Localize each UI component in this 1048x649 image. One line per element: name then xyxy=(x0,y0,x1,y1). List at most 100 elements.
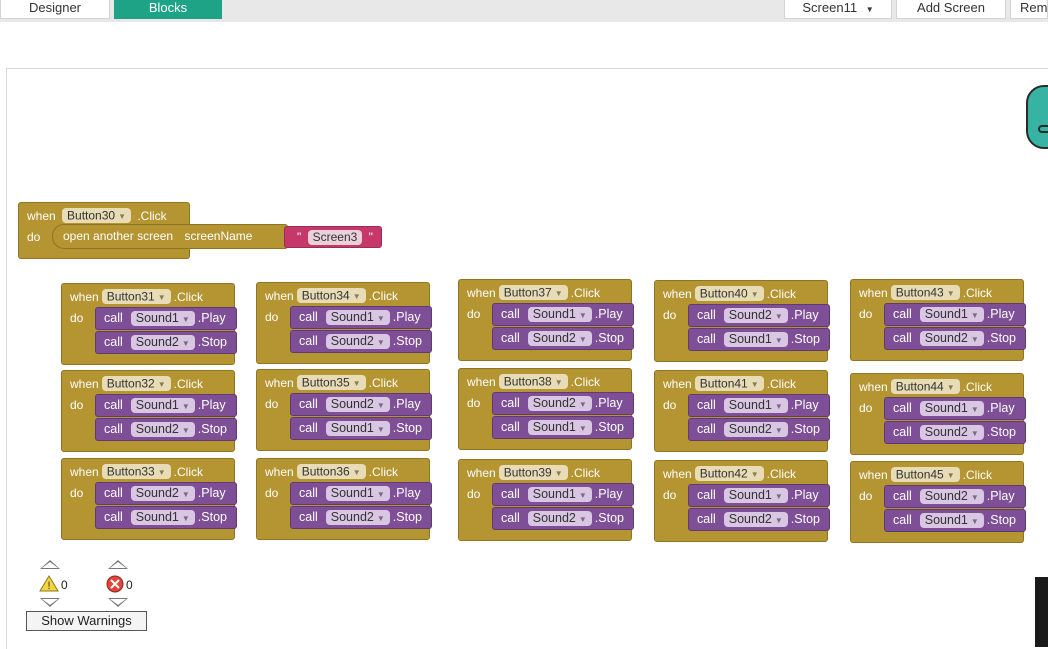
component-dropdown[interactable]: Button31 ▼ xyxy=(101,289,171,305)
event-block[interactable]: when Button38 ▼ .Click do call Sound2 ▼ .Play cal… xyxy=(458,368,634,450)
component-dropdown[interactable]: Button35 ▼ xyxy=(296,375,366,391)
call-sound-stop-block[interactable]: call Sound2 ▼ .Stop xyxy=(290,330,432,353)
text-block[interactable]: " Screen3 " xyxy=(284,226,382,248)
event-block[interactable]: when Button33 ▼ .Click do call Sound2 ▼ .Play cal… xyxy=(61,458,237,540)
sound-dropdown[interactable]: Sound2 ▼ xyxy=(130,422,195,437)
warning-down-arrow-icon[interactable] xyxy=(40,598,60,607)
sound-dropdown[interactable]: Sound2 ▼ xyxy=(723,512,788,527)
event-block[interactable]: when Button35 ▼ .Click do call Sound2 ▼ .Play cal… xyxy=(256,369,432,451)
sound-dropdown[interactable]: Sound2 ▼ xyxy=(919,489,984,504)
sound-dropdown[interactable]: Sound1 ▼ xyxy=(919,401,984,416)
sound-dropdown[interactable]: Sound1 ▼ xyxy=(325,310,390,325)
call-sound-play-block[interactable]: call Sound1 ▼ .Play xyxy=(290,306,432,329)
component-dropdown[interactable]: Button43 ▼ xyxy=(890,285,960,301)
call-sound-stop-block[interactable]: call Sound1 ▼ .Stop xyxy=(95,506,237,529)
sound-dropdown[interactable]: Sound2 ▼ xyxy=(527,396,592,411)
sound-dropdown[interactable]: Sound1 ▼ xyxy=(527,307,592,322)
call-sound-stop-block[interactable]: call Sound2 ▼ .Stop xyxy=(95,418,237,441)
component-dropdown[interactable]: Button40 ▼ xyxy=(694,286,764,302)
sound-dropdown[interactable]: Sound1 ▼ xyxy=(723,332,788,347)
component-dropdown[interactable]: Button34 ▼ xyxy=(296,288,366,304)
call-sound-stop-block[interactable]: call Sound2 ▼ .Stop xyxy=(492,327,634,350)
show-warnings-button[interactable]: Show Warnings xyxy=(26,611,147,631)
event-block[interactable]: when Button36 ▼ .Click do call Sound1 ▼ .Play cal… xyxy=(256,458,432,540)
call-sound-stop-block[interactable]: call Sound2 ▼ .Stop xyxy=(492,507,634,530)
call-sound-stop-block[interactable]: call Sound2 ▼ .Stop xyxy=(290,506,432,529)
designer-button[interactable]: Designer xyxy=(0,0,110,19)
call-sound-play-block[interactable]: call Sound1 ▼ .Play xyxy=(688,484,830,507)
blocks-workspace[interactable]: when Button30 ▼ .Click do open another sc… xyxy=(6,68,1048,649)
sound-dropdown[interactable]: Sound2 ▼ xyxy=(723,308,788,323)
call-sound-play-block[interactable]: call Sound1 ▼ .Play xyxy=(95,394,237,417)
call-sound-play-block[interactable]: call Sound2 ▼ .Play xyxy=(884,485,1026,508)
text-value[interactable]: Screen3 xyxy=(307,230,363,245)
error-down-arrow-icon[interactable] xyxy=(108,598,128,607)
sound-dropdown[interactable]: Sound1 ▼ xyxy=(325,421,390,436)
sound-dropdown[interactable]: Sound2 ▼ xyxy=(919,331,984,346)
error-up-arrow-icon[interactable] xyxy=(108,560,128,569)
call-sound-stop-block[interactable]: call Sound2 ▼ .Stop xyxy=(688,508,830,531)
component-dropdown[interactable]: Button44 ▼ xyxy=(890,379,960,395)
sound-dropdown[interactable]: Sound1 ▼ xyxy=(130,398,195,413)
call-sound-play-block[interactable]: call Sound1 ▼ .Play xyxy=(688,394,830,417)
remove-screen-button[interactable]: Remo xyxy=(1010,0,1048,19)
call-sound-play-block[interactable]: call Sound2 ▼ .Play xyxy=(688,304,830,327)
call-sound-play-block[interactable]: call Sound2 ▼ .Play xyxy=(95,482,237,505)
sound-dropdown[interactable]: Sound1 ▼ xyxy=(325,486,390,501)
call-sound-play-block[interactable]: call Sound2 ▼ .Play xyxy=(492,392,634,415)
event-block[interactable]: when Button41 ▼ .Click do call Sound1 ▼ .Play cal… xyxy=(654,370,830,452)
component-dropdown[interactable]: Button36 ▼ xyxy=(296,464,366,480)
event-block[interactable]: when Button39 ▼ .Click do call Sound1 ▼ .Play cal… xyxy=(458,459,634,541)
blocks-button[interactable]: Blocks xyxy=(114,0,222,19)
warning-up-arrow-icon[interactable] xyxy=(40,560,60,569)
call-sound-stop-block[interactable]: call Sound2 ▼ .Stop xyxy=(688,418,830,441)
call-sound-stop-block[interactable]: call Sound1 ▼ .Stop xyxy=(688,328,830,351)
sound-dropdown[interactable]: Sound2 ▼ xyxy=(130,335,195,350)
backpack-icon[interactable] xyxy=(1026,85,1048,149)
component-dropdown[interactable]: Button32 ▼ xyxy=(101,376,171,392)
sound-dropdown[interactable]: Sound1 ▼ xyxy=(723,488,788,503)
call-sound-play-block[interactable]: call Sound1 ▼ .Play xyxy=(492,303,634,326)
call-sound-stop-block[interactable]: call Sound1 ▼ .Stop xyxy=(290,417,432,440)
event-block[interactable]: when Button44 ▼ .Click do call Sound1 ▼ .Play cal… xyxy=(850,373,1026,455)
event-block[interactable]: when Button31 ▼ .Click do call Sound1 ▼ .Play cal… xyxy=(61,283,237,365)
event-block[interactable]: when Button37 ▼ .Click do call Sound1 ▼ .Play cal… xyxy=(458,279,634,361)
component-dropdown[interactable]: Button37 ▼ xyxy=(498,285,568,301)
event-block[interactable]: when Button43 ▼ .Click do call Sound1 ▼ .Play cal… xyxy=(850,279,1026,361)
event-block[interactable]: when Button42 ▼ .Click do call Sound1 ▼ .Play cal… xyxy=(654,460,830,542)
call-sound-stop-block[interactable]: call Sound2 ▼ .Stop xyxy=(95,331,237,354)
sound-dropdown[interactable]: Sound2 ▼ xyxy=(325,334,390,349)
sound-dropdown[interactable]: Sound1 ▼ xyxy=(527,420,592,435)
trash-can-icon[interactable] xyxy=(1035,577,1048,647)
call-sound-play-block[interactable]: call Sound1 ▼ .Play xyxy=(290,482,432,505)
event-block[interactable]: when Button40 ▼ .Click do call Sound2 ▼ .Play cal… xyxy=(654,280,830,362)
component-dropdown[interactable]: Button41 ▼ xyxy=(694,376,764,392)
sound-dropdown[interactable]: Sound1 ▼ xyxy=(919,513,984,528)
sound-dropdown[interactable]: Sound2 ▼ xyxy=(919,425,984,440)
event-block[interactable]: when Button34 ▼ .Click do call Sound1 ▼ .Play cal… xyxy=(256,282,432,364)
sound-dropdown[interactable]: Sound1 ▼ xyxy=(527,487,592,502)
component-dropdown[interactable]: Button39 ▼ xyxy=(498,465,568,481)
component-dropdown[interactable]: Button33 ▼ xyxy=(101,464,171,480)
sound-dropdown[interactable]: Sound1 ▼ xyxy=(130,510,195,525)
call-sound-play-block[interactable]: call Sound2 ▼ .Play xyxy=(290,393,432,416)
event-block[interactable]: when Button45 ▼ .Click do call Sound2 ▼ .Play cal… xyxy=(850,461,1026,543)
component-dropdown[interactable]: Button38 ▼ xyxy=(498,374,568,390)
call-sound-stop-block[interactable]: call Sound1 ▼ .Stop xyxy=(492,416,634,439)
call-sound-stop-block[interactable]: call Sound2 ▼ .Stop xyxy=(884,421,1026,444)
call-sound-play-block[interactable]: call Sound1 ▼ .Play xyxy=(95,307,237,330)
sound-dropdown[interactable]: Sound2 ▼ xyxy=(325,397,390,412)
add-screen-button[interactable]: Add Screen xyxy=(896,0,1006,19)
sound-dropdown[interactable]: Sound2 ▼ xyxy=(527,331,592,346)
call-sound-play-block[interactable]: call Sound1 ▼ .Play xyxy=(884,397,1026,420)
sound-dropdown[interactable]: Sound2 ▼ xyxy=(130,486,195,501)
sound-dropdown[interactable]: Sound1 ▼ xyxy=(919,307,984,322)
component-dropdown[interactable]: Button42 ▼ xyxy=(694,466,764,482)
call-sound-play-block[interactable]: call Sound1 ▼ .Play xyxy=(492,483,634,506)
component-dropdown[interactable]: Button45 ▼ xyxy=(890,467,960,483)
call-sound-stop-block[interactable]: call Sound2 ▼ .Stop xyxy=(884,327,1026,350)
open-another-screen-block[interactable]: open another screen screenName xyxy=(52,224,288,249)
sound-dropdown[interactable]: Sound2 ▼ xyxy=(325,510,390,525)
event-block[interactable]: when Button32 ▼ .Click do call Sound1 ▼ .Play cal… xyxy=(61,370,237,452)
event-block-button30[interactable]: when Button30 ▼ .Click do open another sc… xyxy=(18,202,382,259)
